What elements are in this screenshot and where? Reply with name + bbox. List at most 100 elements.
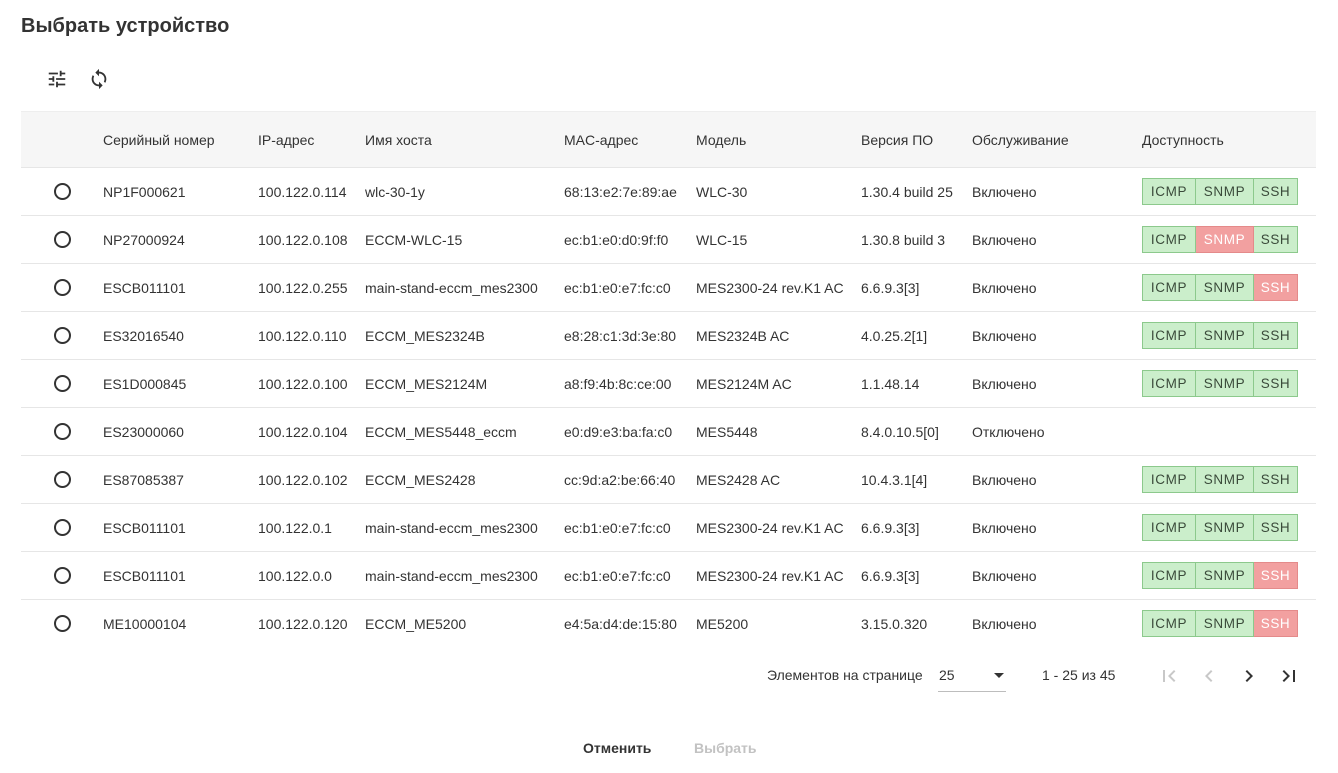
serial-cell: ESCB011101 (103, 503, 258, 552)
last-page-button[interactable] (1276, 663, 1302, 689)
mac-cell: e4:5a:d4:de:15:80 (564, 615, 677, 632)
column-header-availability[interactable]: Доступность (1142, 111, 1316, 168)
mac-cell: ec:b1:e0:e7:fc:c0 (564, 551, 696, 600)
hostname-cell: wlc-30-1y (365, 167, 564, 216)
availability-badges: ICMP SNMP SSH (1142, 274, 1298, 301)
ip-cell: 100.122.0.0 (258, 551, 365, 600)
version-cell: 6.6.9.3[3] (861, 503, 972, 552)
column-header-model[interactable]: Модель (696, 111, 861, 168)
ssh-status-badge: SSH (1254, 274, 1298, 301)
row-radio-button[interactable] (54, 615, 71, 633)
availability-badges: ICMP SNMP SSH (1142, 610, 1298, 638)
table-header-row: Серийный номер IP-адрес Имя хоста MAC-ад… (21, 111, 1316, 168)
ssh-status-badge: SSH (1254, 466, 1298, 493)
select-cell (21, 407, 103, 456)
model-cell: MES2300-24 rev.K1 AC (696, 263, 861, 312)
icmp-status-badge: ICMP (1142, 514, 1196, 541)
version-cell: 10.4.3.1[4] (861, 455, 972, 504)
availability-cell: ICMP SNMP SSH (1142, 215, 1316, 264)
mac-cell: 68:13:e2:7e:89:ae (564, 167, 696, 216)
column-header-mac[interactable]: MAC-адрес (564, 111, 696, 168)
snmp-status-badge: SNMP (1196, 226, 1254, 253)
table-row[interactable]: ES23000060 100.122.0.104 ECCM_MES5448_eccm… (21, 407, 1316, 456)
serial-cell: ESCB011101 (103, 551, 258, 600)
table-body: NP1F000621 100.122.0.114 wlc-30-1y 68:13:e2… (21, 167, 1316, 648)
ip-cell: 100.122.0.110 (258, 311, 365, 360)
ip-cell: 100.122.0.114 (258, 167, 365, 216)
version-cell: 6.6.9.3[3] (861, 551, 972, 600)
column-header-serial[interactable]: Серийный номер (103, 111, 258, 168)
snmp-status-badge: SNMP (1196, 178, 1254, 205)
table-row[interactable]: ES32016540 100.122.0.110 ECCM_MES2324B e8:2… (21, 311, 1316, 360)
model-cell: MES2300-24 rev.K1 AC (696, 551, 861, 600)
service-cell: Включено (972, 615, 1037, 632)
row-radio-button[interactable] (54, 231, 71, 248)
ip-cell: 100.122.0.255 (258, 263, 365, 312)
hostname-cell: ECCM-WLC-15 (365, 215, 564, 264)
prev-page-button[interactable] (1196, 663, 1222, 689)
row-radio-button[interactable] (54, 567, 71, 584)
availability-cell: ICMP SNMP SSH (1142, 263, 1316, 312)
device-table-container: Серийный номер IP-адрес Имя хоста MAC-ад… (21, 111, 1316, 648)
table-row[interactable]: NP27000924 100.122.0.108 ECCM-WLC-15 ec:b1:… (21, 215, 1316, 264)
availability-badges: ICMP SNMP SSH (1142, 178, 1298, 205)
column-header-version[interactable]: Версия ПО (861, 111, 972, 168)
availability-badges: ICMP SNMP SSH (1142, 562, 1298, 589)
icmp-status-badge: ICMP (1142, 274, 1196, 301)
caret-down-icon (994, 673, 1004, 678)
page-size-select[interactable]: 25 (938, 660, 1006, 692)
table-row[interactable]: ESCB011101 100.122.0.255 main-stand-eccm_m… (21, 263, 1316, 312)
model-cell: MES2300-24 rev.K1 AC (696, 503, 861, 552)
version-cell: 1.30.4 build 25 (861, 167, 972, 216)
availability-cell: ICMP SNMP SSH (1142, 551, 1316, 600)
row-radio-button[interactable] (54, 279, 71, 296)
page-size-label: Элементов на странице (767, 667, 923, 683)
hostname-cell: main-stand-eccm_mes2300 (365, 551, 564, 600)
table-row[interactable]: ES87085387 100.122.0.102 ECCM_MES2428 cc:9d… (21, 455, 1316, 504)
cancel-button[interactable]: Отменить (583, 740, 651, 756)
availability-cell: ICMP SNMP SSH (1142, 600, 1316, 648)
serial-cell: ES87085387 (103, 455, 258, 504)
serial-cell: ESCB011101 (103, 263, 258, 312)
refresh-button[interactable] (86, 66, 112, 92)
page-size-value: 25 (939, 667, 955, 683)
row-radio-button[interactable] (54, 519, 71, 536)
availability-cell: ICMP SNMP SSH (1142, 311, 1316, 360)
table-row[interactable]: NP1F000621 100.122.0.114 wlc-30-1y 68:13:e2… (21, 167, 1316, 216)
column-header-service[interactable]: Обслуживание (972, 111, 1142, 168)
availability-badges: ICMP SNMP SSH (1142, 514, 1298, 541)
select-cell (21, 263, 103, 312)
table-row[interactable]: ESCB011101 100.122.0.0 main-stand-eccm_mes… (21, 551, 1316, 600)
table-row[interactable]: ME10000104 100.122.0.120 ECCM_ME5200 e4:5a:… (21, 600, 1316, 648)
availability-badges: ICMP SNMP SSH (1142, 322, 1298, 349)
service-cell: Включено (972, 311, 1142, 360)
ip-cell: 100.122.0.108 (258, 215, 365, 264)
next-page-button[interactable] (1236, 663, 1262, 689)
row-radio-button[interactable] (54, 183, 71, 200)
filter-button[interactable] (44, 66, 70, 92)
ssh-status-badge: SSH (1254, 514, 1298, 541)
hostname-cell: ECCM_MES5448_eccm (365, 407, 564, 456)
first-page-button[interactable] (1156, 663, 1182, 689)
row-radio-button[interactable] (54, 423, 71, 440)
column-header-ip[interactable]: IP-адрес (258, 111, 365, 168)
icmp-status-badge: ICMP (1142, 562, 1196, 589)
hostname-cell: ECCM_MES2124M (365, 359, 564, 408)
row-radio-button[interactable] (54, 471, 71, 488)
select-button[interactable]: Выбрать (694, 740, 757, 756)
column-header-hostname[interactable]: Имя хоста (365, 111, 564, 168)
version-cell: 1.1.48.14 (861, 359, 972, 408)
row-radio-button[interactable] (54, 375, 71, 392)
icmp-status-badge: ICMP (1142, 178, 1196, 205)
refresh-icon (91, 68, 107, 90)
service-cell: Включено (972, 263, 1142, 312)
chevron-left-icon (1205, 670, 1213, 682)
table-row[interactable]: ES1D000845 100.122.0.100 ECCM_MES2124M a8:f… (21, 359, 1316, 408)
first-page-icon (1163, 670, 1176, 682)
availability-badges: ICMP SNMP SSH (1142, 226, 1298, 253)
serial-cell: NP1F000621 (103, 167, 258, 216)
table-row[interactable]: ESCB011101 100.122.0.1 main-stand-eccm_mes… (21, 503, 1316, 552)
model-cell: MES2324B AC (696, 311, 861, 360)
row-radio-button[interactable] (54, 327, 71, 344)
snmp-status-badge: SNMP (1196, 562, 1254, 589)
